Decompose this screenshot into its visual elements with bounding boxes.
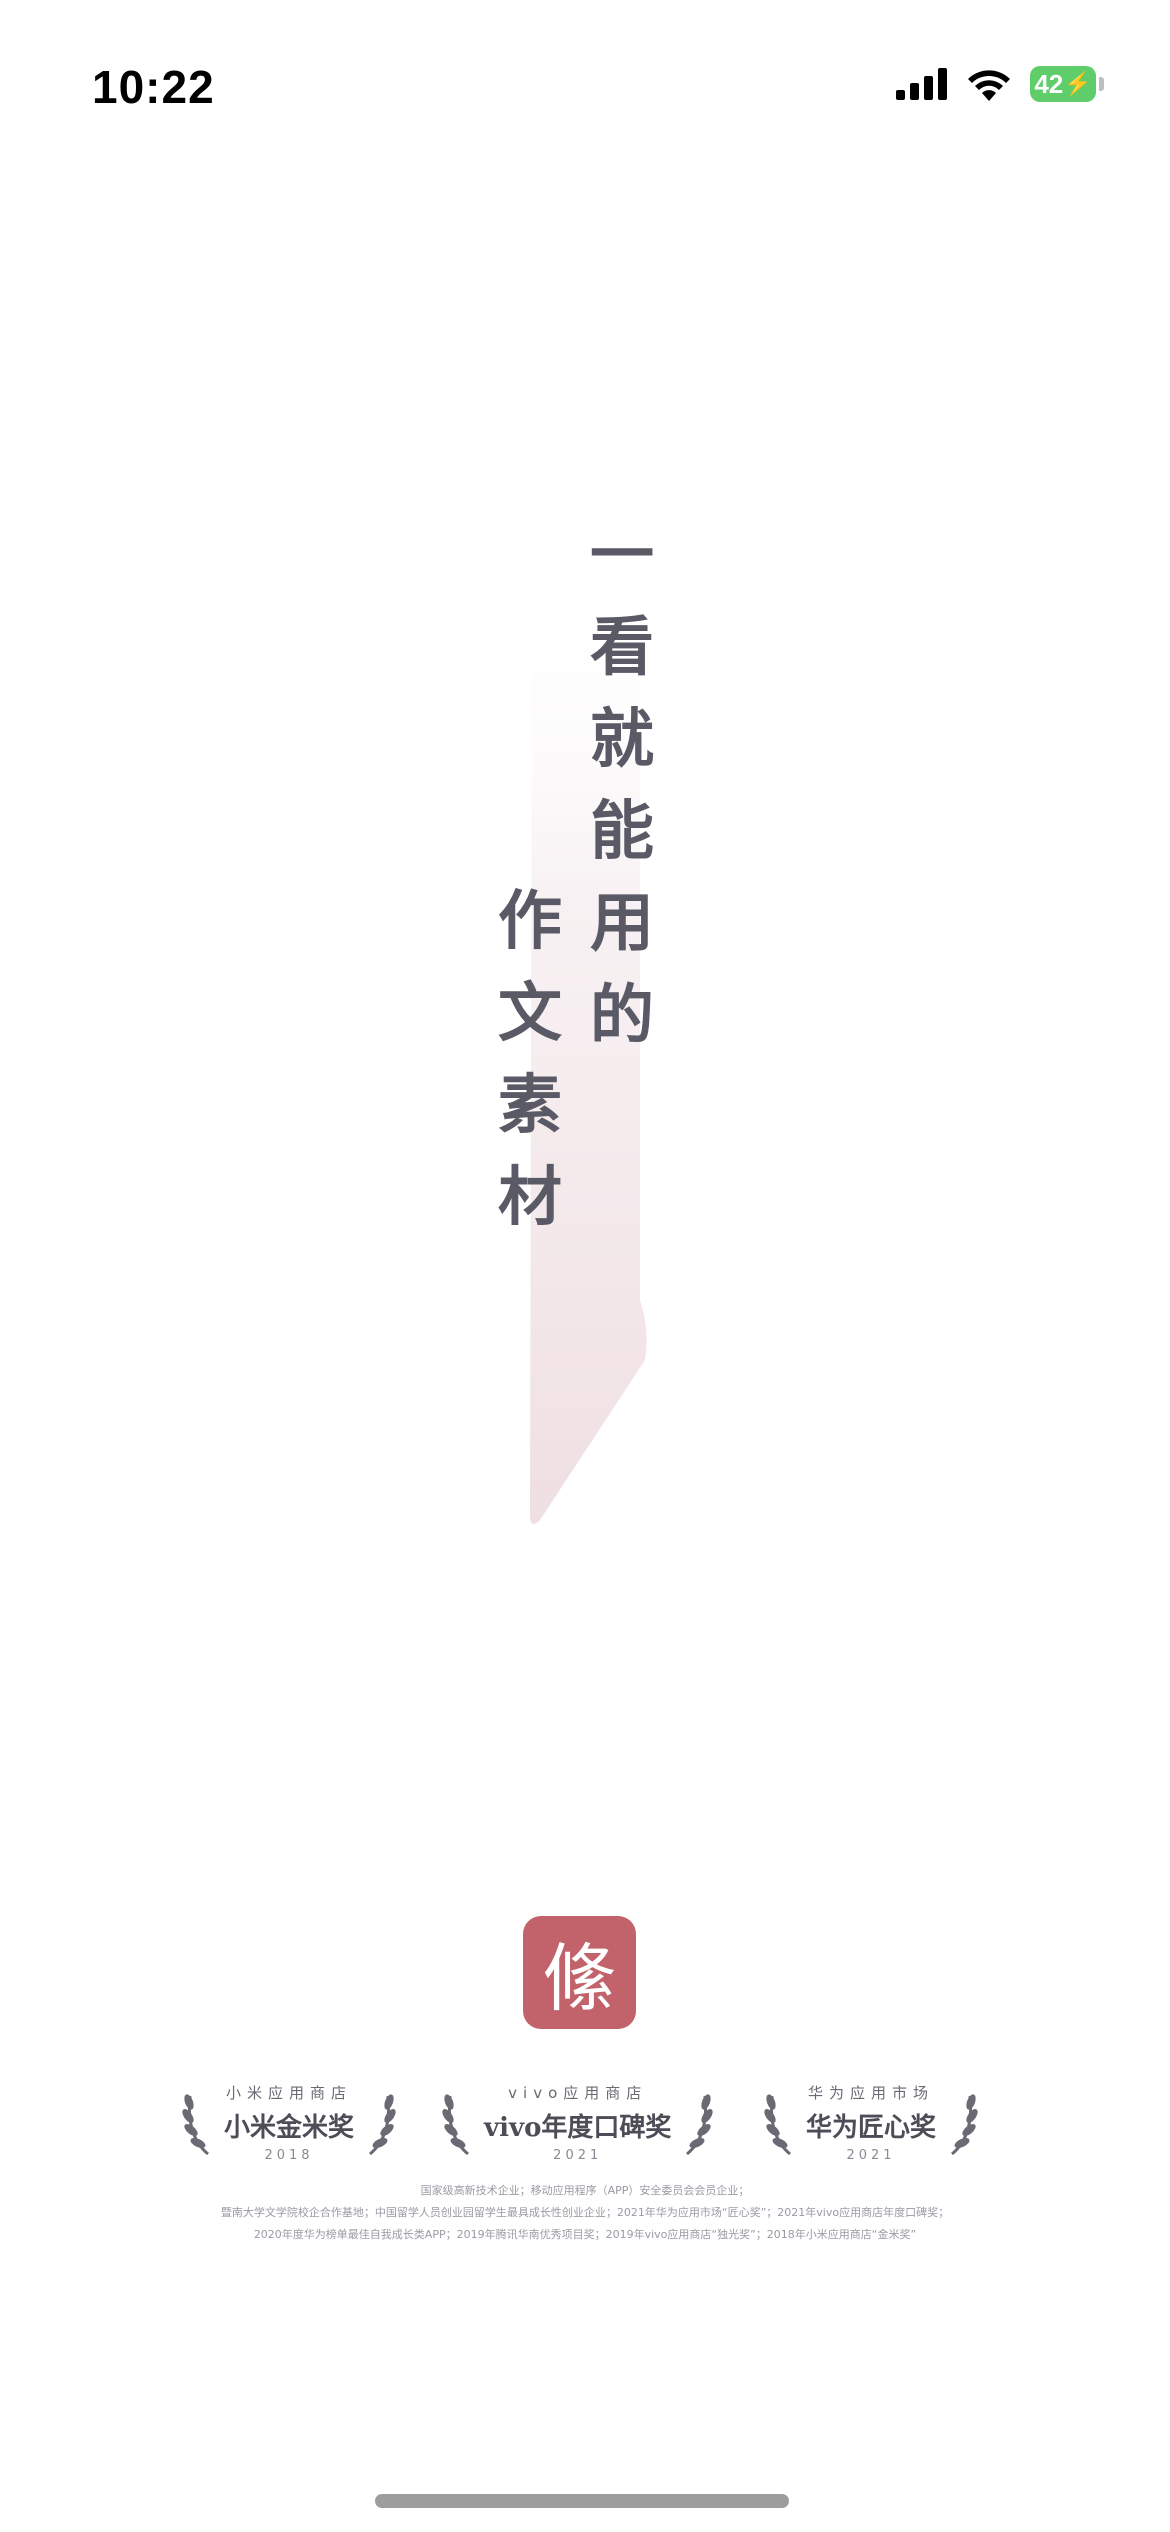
award-name: 小米金米奖 <box>224 2113 355 2143</box>
slogan-char: 的 <box>590 978 654 1053</box>
status-icons: 42 ⚡ <box>896 66 1104 102</box>
slogan-char: 一 <box>590 518 654 593</box>
award-name: vivo年度口碑奖 <box>484 2113 672 2143</box>
award-store: 华为应用市场 <box>808 2084 935 2102</box>
home-indicator[interactable] <box>375 2494 789 2508</box>
slogan-right-column: 一 看 就 能 用 的 <box>590 524 654 1076</box>
honors-line: 国家级高新技术企业；移动应用程序（APP）安全委员会会员企业； <box>420 2184 750 2197</box>
battery-icon: 42 ⚡ <box>1030 66 1096 102</box>
status-time: 10:22 <box>92 61 215 113</box>
laurel-right-icon <box>686 2093 714 2155</box>
laurel-left-icon <box>182 2093 209 2155</box>
slogan-char: 用 <box>590 886 654 961</box>
award-year: 2021 <box>553 2148 603 2163</box>
award-year: 2021 <box>846 2148 896 2163</box>
slogan-char: 作 <box>498 884 562 959</box>
laurel-right-icon <box>951 2093 978 2155</box>
award-vivo: vivo应用商店 vivo年度口碑奖 2021 <box>440 2082 715 2163</box>
wifi-icon <box>968 70 1010 101</box>
award-xiaomi: 小米应用商店 小米金米奖 2018 <box>180 2082 398 2163</box>
slogan-char: 素 <box>498 1068 562 1143</box>
slogan-left-column: 作 文 素 材 <box>498 890 562 1258</box>
award-name: 华为匠心奖 <box>806 2113 937 2143</box>
honors-list: 国家级高新技术企业；移动应用程序（APP）安全委员会会员企业； 暨南大学文学院校… <box>0 2180 1170 2246</box>
cellular-signal-icon <box>896 68 947 100</box>
award-text: 小米应用商店 小米金米奖 2018 <box>224 2082 354 2163</box>
slogan-char: 能 <box>590 794 654 869</box>
award-text: vivo应用商店 vivo年度口碑奖 2021 <box>484 2082 671 2163</box>
slogan-char: 就 <box>590 702 654 777</box>
charging-bolt-icon: ⚡ <box>1064 71 1092 96</box>
laurel-left-icon <box>764 2093 791 2155</box>
slogan-char: 材 <box>498 1160 562 1235</box>
slogan-char: 看 <box>590 610 654 685</box>
laurel-left-icon <box>442 2093 469 2155</box>
honors-line: 2020年度华为榜单最佳自我成长类APP；2019年腾讯华南优秀项目奖；2019… <box>253 2228 917 2241</box>
app-logo: 絛 <box>523 1916 636 2029</box>
app-logo-glyph: 絛 <box>542 1936 617 2022</box>
laurel-right-icon <box>369 2093 396 2155</box>
battery-indicator: 42 ⚡ <box>1030 66 1104 102</box>
award-text: 华为应用市场 华为匠心奖 2021 <box>806 2082 936 2163</box>
award-store: vivo应用商店 <box>508 2084 648 2102</box>
award-store: 小米应用商店 <box>226 2084 353 2102</box>
battery-cap <box>1099 77 1104 91</box>
honors-line: 暨南大学文学院校企合作基地；中国留学人员创业园留学生最具成长性创业企业；2021… <box>220 2206 950 2219</box>
slogan-char: 文 <box>498 976 562 1051</box>
awards-row: 小米应用商店 小米金米奖 2018 vivo应用商店 vivo年度口碑奖 202… <box>0 2082 1170 2163</box>
award-huawei: 华为应用市场 华为匠心奖 2021 <box>762 2082 980 2163</box>
award-year: 2018 <box>264 2148 314 2163</box>
battery-level: 42 <box>1034 68 1064 99</box>
